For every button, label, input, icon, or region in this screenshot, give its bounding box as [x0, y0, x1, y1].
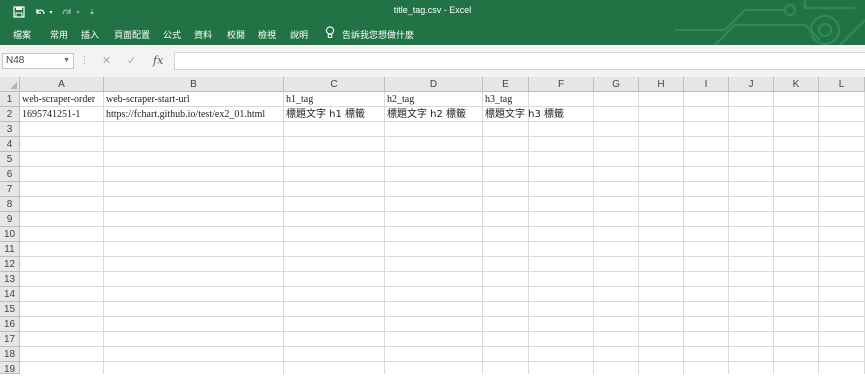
row-header-18[interactable]: 18: [0, 347, 20, 362]
formula-input[interactable]: [174, 52, 865, 70]
gridline: [20, 346, 865, 347]
column-header-g[interactable]: G: [594, 77, 639, 92]
name-box-dropdown-icon[interactable]: ▼: [63, 54, 70, 68]
check-icon[interactable]: ✓: [127, 53, 136, 69]
cell-d2[interactable]: 標題文字 h2 標籤: [385, 107, 466, 122]
cell-a2[interactable]: 1695741251-1: [20, 107, 80, 122]
row-header-15[interactable]: 15: [0, 302, 20, 317]
cancel-icon[interactable]: ✕: [102, 53, 111, 69]
cell-d1[interactable]: h2_tag: [385, 92, 414, 107]
gridline: [20, 196, 865, 197]
column-header-k[interactable]: K: [774, 77, 819, 92]
gridline: [20, 271, 865, 272]
cell-e1[interactable]: h3_tag: [483, 92, 512, 107]
row-header-4[interactable]: 4: [0, 137, 20, 152]
tab-formulas[interactable]: 公式: [163, 28, 181, 41]
row-header-5[interactable]: 5: [0, 152, 20, 167]
tab-data[interactable]: 資料: [194, 28, 212, 41]
row-header-13[interactable]: 13: [0, 272, 20, 287]
gridline: [20, 241, 865, 242]
gridline: [20, 361, 865, 362]
tab-home[interactable]: 常用: [50, 28, 68, 41]
row-header-3[interactable]: 3: [0, 122, 20, 137]
column-header-l[interactable]: L: [819, 77, 865, 92]
insert-function-button[interactable]: fx: [153, 53, 163, 69]
cell-c1[interactable]: h1_tag: [284, 92, 313, 107]
cell-b2[interactable]: https://fchart.github.io/test/ex2_01.htm…: [104, 107, 265, 122]
gridline: [20, 181, 865, 182]
row-header-17[interactable]: 17: [0, 332, 20, 347]
gridline: [20, 211, 865, 212]
row-header-11[interactable]: 11: [0, 242, 20, 257]
tell-me-search[interactable]: 告訴我您想做什麼: [342, 28, 414, 41]
column-header-i[interactable]: I: [684, 77, 729, 92]
row-header-10[interactable]: 10: [0, 227, 20, 242]
tab-review[interactable]: 校閱: [227, 28, 245, 41]
lightbulb-icon[interactable]: [325, 26, 335, 42]
cell-b1[interactable]: web-scraper-start-url: [104, 92, 190, 107]
column-header-a[interactable]: A: [20, 77, 104, 92]
row-header-9[interactable]: 9: [0, 212, 20, 227]
name-box[interactable]: N48 ▼: [2, 53, 74, 69]
gridline: [20, 256, 865, 257]
cell-e2[interactable]: 標題文字 h3 標籤: [483, 107, 564, 122]
gridline: [20, 286, 865, 287]
gridline: [20, 151, 865, 152]
formula-bar-grip-icon[interactable]: ⋮: [80, 56, 89, 66]
column-header-h[interactable]: H: [639, 77, 684, 92]
select-all-button[interactable]: [0, 77, 20, 92]
gridline: [20, 226, 865, 227]
tab-view[interactable]: 檢視: [258, 28, 276, 41]
tab-help[interactable]: 說明: [290, 28, 308, 41]
gridline: [20, 166, 865, 167]
row-header-2[interactable]: 2: [0, 107, 20, 122]
row-header-14[interactable]: 14: [0, 287, 20, 302]
tab-file[interactable]: 檔案: [13, 28, 31, 41]
gridline: [20, 301, 865, 302]
row-header-7[interactable]: 7: [0, 182, 20, 197]
row-header-6[interactable]: 6: [0, 167, 20, 182]
gridline: [20, 316, 865, 317]
column-header-e[interactable]: E: [483, 77, 529, 92]
name-box-value: N48: [6, 55, 25, 66]
cell-c2[interactable]: 標題文字 h1 標籤: [284, 107, 365, 122]
worksheet-grid[interactable]: A B C D E F G H I J K L 1 2 3 4 5 6 7 8 …: [0, 77, 865, 375]
ribbon-decoration: [655, 0, 865, 45]
column-header-j[interactable]: J: [729, 77, 774, 92]
gridline: [20, 331, 865, 332]
row-header-8[interactable]: 8: [0, 197, 20, 212]
row-header-12[interactable]: 12: [0, 257, 20, 272]
tab-insert[interactable]: 插入: [81, 28, 99, 41]
column-header-c[interactable]: C: [284, 77, 385, 92]
gridline: [20, 136, 865, 137]
column-header-f[interactable]: F: [529, 77, 594, 92]
column-header-b[interactable]: B: [104, 77, 284, 92]
row-header-19[interactable]: 19: [0, 362, 20, 375]
cell-a1[interactable]: web-scraper-order: [20, 92, 95, 107]
row-header-1[interactable]: 1: [0, 92, 20, 107]
tab-page-layout[interactable]: 頁面配置: [114, 28, 150, 41]
row-header-16[interactable]: 16: [0, 317, 20, 332]
column-header-d[interactable]: D: [385, 77, 483, 92]
